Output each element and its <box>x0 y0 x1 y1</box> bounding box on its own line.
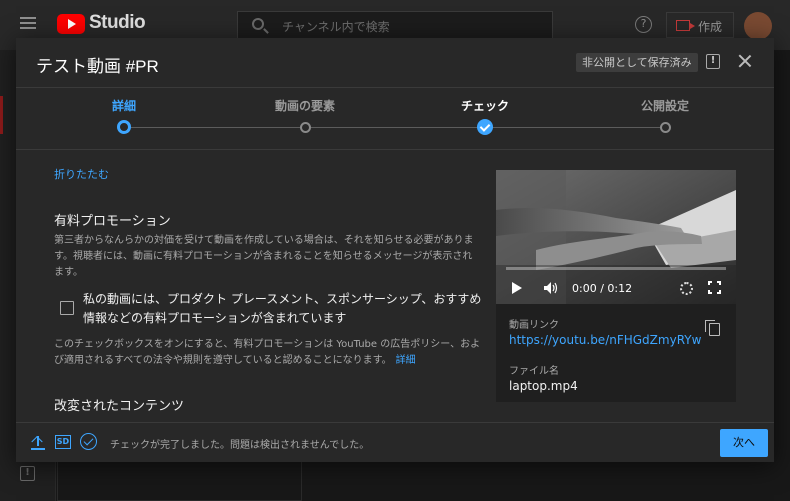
next-button[interactable]: 次へ <box>720 429 768 457</box>
upload-stepper: 詳細 動画の要素 チェック 公開設定 <box>16 88 774 150</box>
studio-logo-text: Studio <box>89 12 146 33</box>
policy-learn-more-link[interactable]: 詳細 <box>396 355 416 366</box>
video-link-label: 動画リンク <box>509 320 559 331</box>
create-camera-icon <box>676 20 695 31</box>
dialog-footer: SD チェックが完了しました。問題は検出されませんでした。 次へ <box>16 422 774 462</box>
paid-promotion-title: 有料プロモーション <box>54 214 171 229</box>
search-icon <box>252 18 264 30</box>
dialog-title: テスト動画 #PR <box>36 57 159 76</box>
file-name-label: ファイル名 <box>509 366 559 377</box>
close-icon[interactable] <box>736 52 754 70</box>
create-button[interactable]: 作成 <box>666 12 734 38</box>
step-video-elements[interactable]: 動画の要素 <box>245 88 365 133</box>
policy-note: このチェックボックスをオンにすると、有料プロモーションは YouTube の広告… <box>54 337 484 369</box>
volume-icon[interactable] <box>544 282 558 294</box>
saved-status-badge: 非公開として保存済み <box>576 53 698 72</box>
settings-icon[interactable] <box>680 282 693 295</box>
step-checks[interactable]: チェック <box>425 88 545 135</box>
search-placeholder: チャンネル内で検索 <box>282 20 390 34</box>
step-video-elements-pending-icon <box>300 122 311 133</box>
step-checks-done-icon <box>477 119 493 135</box>
upload-icon[interactable] <box>31 434 45 450</box>
stepper-track <box>124 127 666 128</box>
step-visibility[interactable]: 公開設定 <box>605 88 725 133</box>
sidebar-feedback-icon[interactable]: ! <box>20 466 35 481</box>
create-button-label: 作成 <box>698 20 723 34</box>
video-player[interactable]: 0:00 / 0:12 <box>496 170 736 304</box>
collapse-link[interactable]: 折りたたむ <box>54 166 109 182</box>
help-icon[interactable]: ? <box>635 16 652 33</box>
paid-promotion-checkbox[interactable] <box>60 301 74 315</box>
policy-note-text: このチェックボックスをオンにすると、有料プロモーションは YouTube の広告… <box>54 339 481 366</box>
background-card <box>57 462 302 501</box>
step-details[interactable]: 詳細 <box>64 88 184 134</box>
step-checks-label: チェック <box>460 99 509 113</box>
video-time-display: 0:00 / 0:12 <box>572 282 633 295</box>
youtube-logo[interactable] <box>57 14 85 34</box>
feedback-icon[interactable]: ! <box>706 54 720 69</box>
sidebar-active-indicator <box>0 96 3 134</box>
play-icon[interactable] <box>512 282 522 294</box>
sd-icon[interactable]: SD <box>55 435 71 449</box>
file-name: laptop.mp4 <box>509 379 578 393</box>
video-preview-card: 0:00 / 0:12 動画リンク https://youtu.be/nFHGd… <box>496 170 736 402</box>
check-circle-icon[interactable] <box>80 433 97 450</box>
avatar[interactable] <box>744 12 772 40</box>
hamburger-icon[interactable] <box>20 17 36 29</box>
step-details-label: 詳細 <box>111 99 136 113</box>
video-link[interactable]: https://youtu.be/nFHGdZmyRYw <box>509 333 701 347</box>
check-status-text: チェックが完了しました。問題は検出されませんでした。 <box>110 440 370 451</box>
step-visibility-label: 公開設定 <box>640 99 689 113</box>
step-details-current-icon <box>117 120 131 134</box>
paid-promotion-checkbox-label[interactable]: 私の動画には、プロダクト プレースメント、スポンサーシップ、おすすめ情報などの有… <box>83 290 483 328</box>
step-video-elements-label: 動画の要素 <box>274 99 335 113</box>
paid-promotion-description: 第三者からなんらかの対価を受けて動画を作成している場合は、それを知らせる必要があ… <box>54 235 474 278</box>
copy-icon[interactable] <box>705 320 720 336</box>
upload-dialog: テスト動画 #PR 非公開として保存済み ! 詳細 動画の要素 チェック 公開設… <box>16 38 774 462</box>
search-input[interactable]: チャンネル内で検索 <box>237 11 553 39</box>
altered-content-title: 改変されたコンテンツ <box>54 399 185 414</box>
fullscreen-icon[interactable] <box>708 281 721 294</box>
step-visibility-pending-icon <box>660 122 671 133</box>
video-progress-bar[interactable] <box>506 267 726 270</box>
